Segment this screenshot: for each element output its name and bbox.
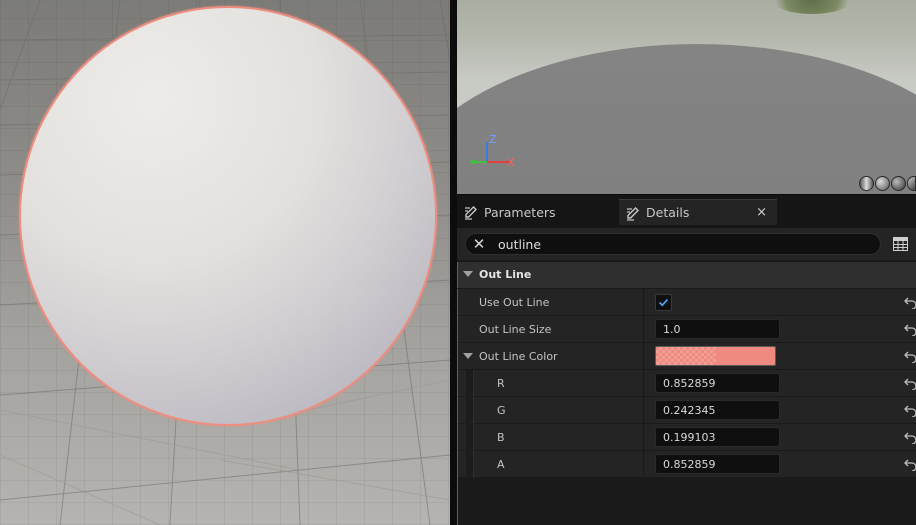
expand-arrow-icon[interactable] bbox=[463, 353, 473, 359]
tab-details-label: Details bbox=[646, 205, 690, 220]
preview-sphere[interactable] bbox=[19, 6, 437, 426]
property-row-out-line-color: Out Line Color bbox=[458, 343, 916, 370]
property-label: B bbox=[497, 431, 505, 444]
details-empty-area bbox=[457, 478, 916, 525]
panel-splitter[interactable] bbox=[450, 0, 457, 525]
property-label: A bbox=[497, 458, 505, 471]
close-icon[interactable]: ✕ bbox=[471, 236, 487, 252]
axis-gizmo-icon: Z X bbox=[469, 133, 515, 169]
indent-guide bbox=[466, 451, 474, 478]
column-divider[interactable] bbox=[643, 397, 644, 424]
section-header-out-line[interactable]: Out Line bbox=[457, 262, 916, 288]
column-divider[interactable] bbox=[643, 451, 644, 478]
preview-shape-buttons bbox=[859, 176, 916, 191]
section-title: Out Line bbox=[479, 268, 532, 281]
column-divider[interactable] bbox=[643, 289, 644, 316]
property-row-b: B 0.199103 bbox=[458, 424, 916, 451]
search-row: ✕ outline bbox=[457, 228, 916, 260]
edit-pencil-icon bbox=[465, 206, 477, 220]
cube-shape-icon[interactable] bbox=[907, 176, 916, 191]
property-label: G bbox=[497, 404, 506, 417]
indent-guide bbox=[466, 370, 474, 397]
axis-z-label: Z bbox=[489, 133, 497, 146]
column-divider[interactable] bbox=[643, 316, 644, 343]
column-divider[interactable] bbox=[643, 370, 644, 397]
column-divider[interactable] bbox=[643, 424, 644, 451]
property-label: Out Line Color bbox=[479, 350, 558, 363]
property-rows: Use Out Line Out Line Size 1.0 Out Line … bbox=[457, 289, 916, 478]
background-foliage bbox=[767, 0, 857, 14]
color-g-field[interactable]: 0.242345 bbox=[655, 400, 780, 420]
reset-to-default-icon[interactable] bbox=[904, 349, 916, 363]
reset-to-default-icon[interactable] bbox=[904, 430, 916, 444]
use-out-line-checkbox[interactable] bbox=[655, 294, 672, 311]
preview-floor-disc bbox=[457, 44, 916, 194]
property-row-g: G 0.242345 bbox=[458, 397, 916, 424]
material-preview-viewport[interactable]: Z X bbox=[457, 0, 916, 194]
reset-to-default-icon[interactable] bbox=[904, 295, 916, 309]
property-label: Use Out Line bbox=[479, 296, 550, 309]
reset-to-default-icon[interactable] bbox=[904, 322, 916, 336]
main-viewport[interactable] bbox=[0, 0, 450, 525]
edit-pencil-icon bbox=[627, 206, 639, 221]
tab-parameters[interactable]: Parameters bbox=[457, 199, 617, 225]
indent-guide bbox=[466, 424, 474, 451]
reset-to-default-icon[interactable] bbox=[904, 403, 916, 417]
sphere-shape-icon[interactable] bbox=[875, 176, 890, 191]
property-row-r: R 0.852859 bbox=[458, 370, 916, 397]
color-a-field[interactable]: 0.852859 bbox=[655, 454, 780, 474]
checkmark-icon bbox=[658, 298, 669, 307]
tab-bar: Parameters Details × bbox=[457, 194, 916, 228]
tab-details[interactable]: Details × bbox=[619, 199, 777, 225]
column-divider[interactable] bbox=[643, 343, 644, 370]
collapse-arrow-icon[interactable] bbox=[463, 271, 473, 277]
color-r-field[interactable]: 0.852859 bbox=[655, 373, 780, 393]
property-label: Out Line Size bbox=[479, 323, 552, 336]
cylinder-shape-icon[interactable] bbox=[859, 176, 874, 191]
table-view-icon[interactable] bbox=[893, 237, 908, 251]
tab-parameters-label: Parameters bbox=[484, 204, 556, 220]
close-tab-icon[interactable]: × bbox=[756, 205, 767, 220]
reset-to-default-icon[interactable] bbox=[904, 457, 916, 471]
property-row-out-line-size: Out Line Size 1.0 bbox=[458, 316, 916, 343]
search-input-value: outline bbox=[498, 237, 542, 252]
color-b-field[interactable]: 0.199103 bbox=[655, 427, 780, 447]
property-label: R bbox=[497, 377, 505, 390]
axis-x-label: X bbox=[507, 156, 515, 169]
property-row-a: A 0.852859 bbox=[458, 451, 916, 478]
details-panel: Parameters Details × ✕ outline Out Line … bbox=[457, 194, 916, 525]
out-line-size-field[interactable]: 1.0 bbox=[655, 319, 780, 339]
search-input[interactable]: ✕ outline bbox=[465, 233, 881, 255]
reset-to-default-icon[interactable] bbox=[904, 376, 916, 390]
property-row-use-out-line: Use Out Line bbox=[458, 289, 916, 316]
plane-shape-icon[interactable] bbox=[891, 176, 906, 191]
out-line-color-swatch[interactable] bbox=[655, 346, 776, 366]
alpha-checker-pattern bbox=[656, 347, 716, 365]
indent-guide bbox=[466, 397, 474, 424]
